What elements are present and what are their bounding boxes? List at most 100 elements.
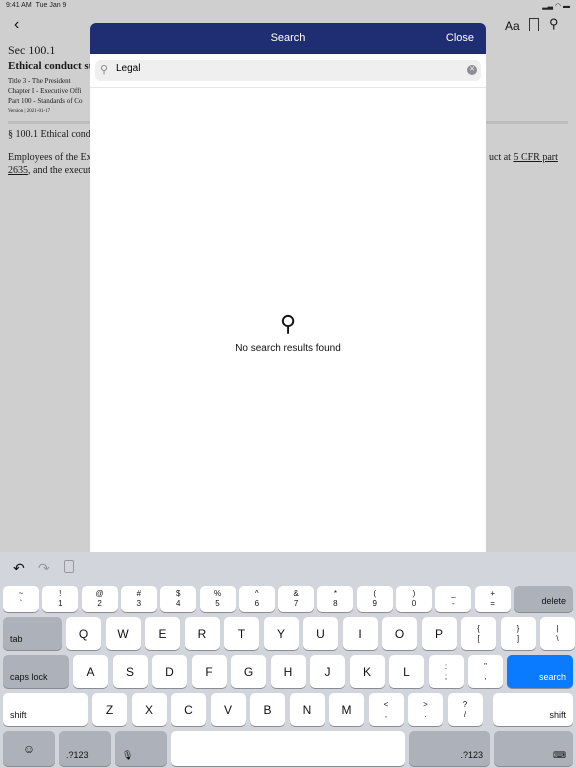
battery-icon: ▂▃ ◠ ▬ [542,3,570,10]
key-label: $ [175,589,181,598]
key-1[interactable]: ! 1 [42,586,79,612]
redo-icon[interactable]: ↷ [38,560,50,577]
clear-icon[interactable]: ✕ [467,65,477,75]
key-\[interactable]: | \ [540,617,575,650]
key-6[interactable]: ^ 6 [238,586,275,612]
key-label: > [423,699,428,709]
key-7[interactable]: & 7 [278,586,315,612]
search-icon[interactable]: ⚲ [549,16,559,32]
key-label: / [463,709,467,719]
key-B[interactable]: B [250,693,285,726]
key-F[interactable]: F [191,655,227,688]
key-label: \ [556,633,559,643]
key-label: ? [462,699,468,709]
search-field[interactable]: ⚲ ✕ [95,60,481,81]
key-5[interactable]: % 5 [199,586,236,612]
close-button[interactable]: Close [446,32,474,44]
cfr-link-2635[interactable]: 2635 [8,165,28,176]
key-S[interactable]: S [112,655,148,688]
key-M[interactable]: M [329,693,364,726]
key-U[interactable]: U [303,617,338,650]
modal-header: Search Close [90,23,486,54]
key-.[interactable]: >. [408,693,443,726]
paragraph-title: § 100.1 Ethical cond [8,129,91,140]
key-X[interactable]: X [131,693,167,726]
key-label: 0 [411,599,417,608]
bookmark-icon[interactable] [529,18,539,31]
key-4[interactable]: $4 [160,586,197,612]
key-K[interactable]: K [349,655,385,688]
key-label: & [293,589,299,598]
key-,[interactable]: ", [468,655,503,688]
undo-icon[interactable]: ↶ [13,560,25,577]
search-input[interactable] [116,63,456,74]
status-time: 9:41 AM [6,2,32,9]
section-number: Sec 100.1 [8,43,56,57]
key-N[interactable]: N [289,693,325,726]
key-][interactable]: }] [500,617,536,650]
key-label: ] [516,633,520,643]
key-[[interactable]: {[ [461,617,496,650]
key-G[interactable]: G [231,655,266,688]
caps-lock-key[interactable]: caps lock [3,655,69,688]
key-V[interactable]: V [210,693,246,726]
divider [90,87,486,88]
emoji-key[interactable]: ☺ [3,731,55,766]
key-H[interactable]: H [270,655,306,688]
key-R[interactable]: R [184,617,220,650]
key-2[interactable]: @2 [81,586,118,612]
key-`[interactable]: ~ ` [3,586,39,612]
key-;[interactable]: :; [428,655,464,688]
key-label: [ [477,633,480,643]
microphone-key[interactable]: 🎙 [115,731,167,766]
key-/[interactable]: ? / [447,693,483,726]
hide-keyboard-key[interactable]: ⌨ [494,731,573,766]
key-,[interactable]: <, [368,693,404,726]
key-8[interactable]: * 8 [317,586,354,612]
back-icon[interactable]: ‹ [14,16,19,34]
search-modal: Search Close ⚲ ✕ ⚲ No search results fou… [90,23,486,553]
key-label: ; [444,671,448,681]
key-Z[interactable]: Z [92,693,127,726]
key-label: % [213,589,222,598]
key-D[interactable]: D [152,655,187,688]
paste-icon[interactable] [64,560,74,573]
key-label: ~ [18,589,24,598]
key-Y[interactable]: Y [263,617,299,650]
key-=[interactable]: + = [474,586,511,612]
key--[interactable]: _ - [435,586,472,612]
search-icon: ⚲ [100,64,109,76]
key-3[interactable]: #3 [120,586,157,612]
key-L[interactable]: L [389,655,424,688]
key-9[interactable]: (9 [356,586,393,612]
key-label: 2 [97,599,102,608]
key-label: ( [373,589,377,598]
tab-key[interactable]: tab [3,617,62,650]
numbers-key-left[interactable]: .?123 [59,731,111,766]
key-T[interactable]: T [224,617,259,650]
delete-key[interactable]: delete [514,586,573,612]
key-label: _ [451,589,456,598]
shift-key-left[interactable]: shift [3,693,88,726]
cfr-link[interactable]: 5 CFR part [513,152,557,163]
space-key[interactable] [171,731,405,766]
search-key[interactable]: search [507,655,573,688]
key-C[interactable]: C [171,693,206,726]
font-size-button[interactable]: Aa [505,19,520,33]
numbers-key-right[interactable]: .?123 [409,731,490,766]
key-label: ) [412,589,416,598]
key-W[interactable]: W [105,617,141,650]
key-P[interactable]: P [421,617,457,650]
doc-title: Title 3 - The President [8,77,71,85]
key-I[interactable]: I [342,617,378,650]
key-O[interactable]: O [382,617,417,650]
key-label: : [444,661,448,671]
key-label: = [490,599,495,608]
key-J[interactable]: J [310,655,345,688]
key-Q[interactable]: Q [66,617,101,650]
key-label: 3 [136,599,142,608]
key-E[interactable]: E [145,617,180,650]
key-A[interactable]: A [73,655,108,688]
key-0[interactable]: ) 0 [396,586,432,612]
shift-key-right[interactable]: shift [493,693,573,726]
